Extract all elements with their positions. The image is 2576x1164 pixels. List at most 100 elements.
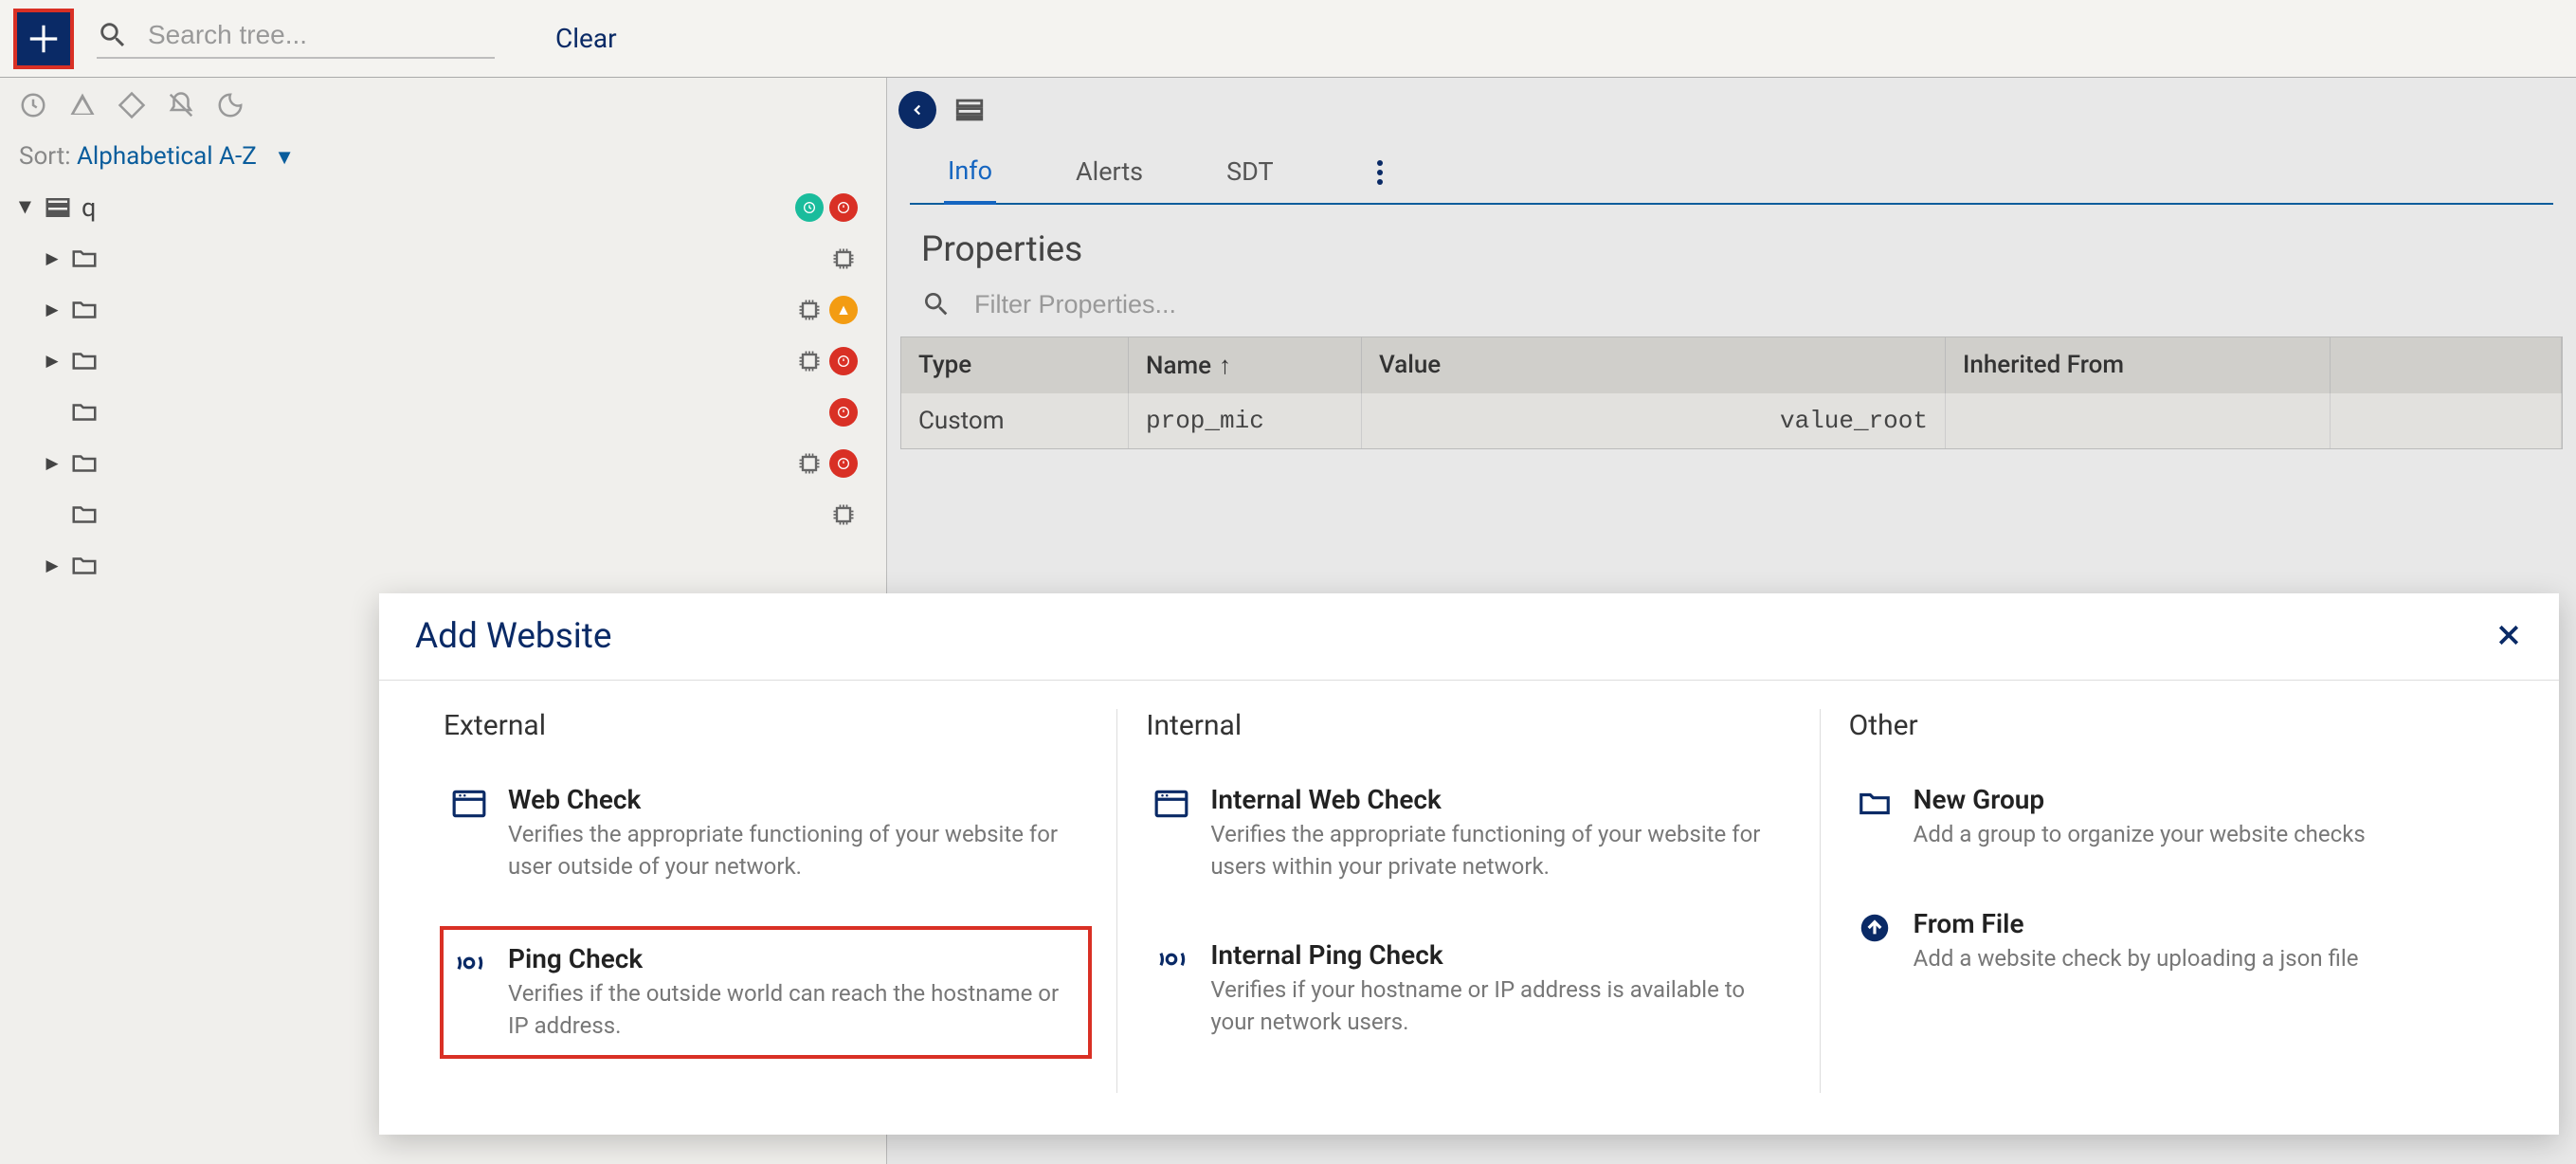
folder-icon xyxy=(70,296,99,324)
table-header-row: Type Name↑ Value Inherited From xyxy=(901,337,2562,393)
option-title: Ping Check xyxy=(508,943,1080,974)
option-title: From File xyxy=(1914,908,2487,939)
browser-icon xyxy=(1153,786,1189,822)
search-tree-wrap xyxy=(97,19,495,59)
option-title: Internal Web Check xyxy=(1210,784,1783,815)
moon-filter-icon[interactable] xyxy=(216,91,245,119)
chevron-right-icon: ▶ xyxy=(44,557,61,574)
chip-icon xyxy=(829,245,858,273)
col-inherited[interactable]: Inherited From xyxy=(1946,337,2331,393)
modal-title: Add Website xyxy=(415,616,612,657)
close-icon xyxy=(2494,621,2523,649)
tree-item[interactable]: ▶ xyxy=(17,336,869,387)
add-button[interactable] xyxy=(13,9,74,69)
folder-icon xyxy=(70,500,99,529)
status-badge-critical xyxy=(829,347,858,375)
tab-info[interactable]: Info xyxy=(944,146,996,205)
search-tree-input[interactable] xyxy=(148,20,451,50)
tree-item[interactable]: ▶ xyxy=(17,540,869,591)
option-web-check[interactable]: Web Check Verifies the appropriate functi… xyxy=(444,774,1088,892)
table-row[interactable]: Custom prop_mic value_root xyxy=(901,393,2562,448)
option-ping-check[interactable]: Ping Check Verifies if the outside world … xyxy=(440,926,1092,1059)
folder-icon xyxy=(70,449,99,478)
upload-icon xyxy=(1857,910,1893,946)
plus-icon xyxy=(26,21,62,57)
cell-value: value_root xyxy=(1362,393,1946,448)
modal-close-button[interactable] xyxy=(2494,621,2523,653)
add-website-modal: Add Website External Web Check Verifies t… xyxy=(379,593,2559,1135)
status-badge-sdt xyxy=(795,193,824,222)
browser-icon xyxy=(451,786,487,822)
folder-icon xyxy=(70,347,99,375)
sort-label: Sort: xyxy=(19,142,71,171)
option-desc: Verifies if your hostname or IP address … xyxy=(1210,974,1783,1038)
col-heading-external: External xyxy=(444,709,1088,742)
chevron-right-icon: ▶ xyxy=(44,301,61,318)
tab-alerts[interactable]: Alerts xyxy=(1072,147,1147,202)
cell-inherited xyxy=(1946,393,2331,448)
filter-icon-row xyxy=(0,78,886,133)
ping-icon xyxy=(451,945,487,981)
folder-icon xyxy=(70,245,99,273)
search-icon xyxy=(97,19,129,51)
folder-icon xyxy=(70,552,99,580)
option-desc: Verifies the appropriate functioning of … xyxy=(508,819,1080,882)
chevron-right-icon: ▶ xyxy=(44,455,61,472)
tab-sdt[interactable]: SDT xyxy=(1223,147,1278,202)
option-internal-ping-check[interactable]: Internal Ping CheckVerifies if your host… xyxy=(1146,930,1790,1047)
modal-col-other: Other New GroupAdd a group to organize y… xyxy=(1821,709,2523,1093)
chip-icon xyxy=(795,347,824,375)
tree-item[interactable]: ▶ xyxy=(17,233,869,284)
clear-search-link[interactable]: Clear xyxy=(555,23,617,54)
option-desc: Verifies if the outside world can reach … xyxy=(508,978,1080,1042)
tree-item[interactable]: ▶ xyxy=(17,489,869,540)
folder-icon xyxy=(1857,786,1893,822)
cell-name: prop_mic xyxy=(1129,393,1362,448)
col-value[interactable]: Value xyxy=(1362,337,1946,393)
tree-item[interactable]: ▶ xyxy=(17,438,869,489)
col-heading-internal: Internal xyxy=(1146,709,1790,742)
clock-filter-icon[interactable] xyxy=(19,91,47,119)
modal-col-internal: Internal Internal Web Check Verifies the … xyxy=(1117,709,1820,1093)
chip-icon xyxy=(829,500,858,529)
properties-table: Type Name↑ Value Inherited From Custom p… xyxy=(900,336,2563,449)
option-title: Internal Ping Check xyxy=(1210,939,1783,971)
tab-overflow-menu[interactable] xyxy=(1376,159,1384,190)
option-desc: Verifies the appropriate functioning of … xyxy=(1210,819,1783,882)
collapse-sidebar-button[interactable] xyxy=(898,91,936,129)
tree: ▶ q ▶ ▶ ▲ ▶ ▶ xyxy=(0,178,886,595)
top-bar: Clear xyxy=(0,0,2576,78)
option-new-group[interactable]: New Group Add a group to organize your we… xyxy=(1849,774,2494,861)
option-from-file[interactable]: From File Add a website check by uploadin… xyxy=(1849,899,2494,985)
cell-type: Custom xyxy=(901,393,1129,448)
tree-item[interactable]: ▶ ▲ xyxy=(17,284,869,336)
option-internal-web-check[interactable]: Internal Web Check Verifies the appropria… xyxy=(1146,774,1790,892)
search-icon xyxy=(921,289,952,319)
tree-root-label: q xyxy=(82,192,96,223)
tree-root[interactable]: ▶ q xyxy=(17,182,869,233)
col-name[interactable]: Name↑ xyxy=(1129,337,1362,393)
diamond-filter-icon[interactable] xyxy=(118,91,146,119)
folder-icon xyxy=(70,398,99,427)
status-badge-critical xyxy=(829,398,858,427)
modal-col-external: External Web Check Verifies the appropria… xyxy=(415,709,1117,1093)
tree-item[interactable]: ▶ xyxy=(17,387,869,438)
chevron-right-icon: ▶ xyxy=(44,250,61,267)
status-badge-critical xyxy=(829,449,858,478)
option-desc: Add a group to organize your website che… xyxy=(1914,819,2487,851)
chevron-right-icon: ▶ xyxy=(44,353,61,370)
bell-off-filter-icon[interactable] xyxy=(167,91,195,119)
ping-icon xyxy=(1153,941,1189,977)
filter-properties-input[interactable] xyxy=(974,290,1315,319)
sort-row[interactable]: Sort: Alphabetical A-Z ▼ xyxy=(0,133,886,178)
group-icon xyxy=(44,193,72,222)
chip-icon xyxy=(795,296,824,324)
col-type[interactable]: Type xyxy=(901,337,1129,393)
tabs: Info Alerts SDT xyxy=(910,146,2553,205)
option-title: Web Check xyxy=(508,784,1080,815)
status-badge-warning: ▲ xyxy=(829,296,858,324)
option-title: New Group xyxy=(1914,784,2487,815)
warning-filter-icon[interactable] xyxy=(68,91,97,119)
option-desc: Add a website check by uploading a json … xyxy=(1914,943,2487,975)
status-badge-critical xyxy=(829,193,858,222)
